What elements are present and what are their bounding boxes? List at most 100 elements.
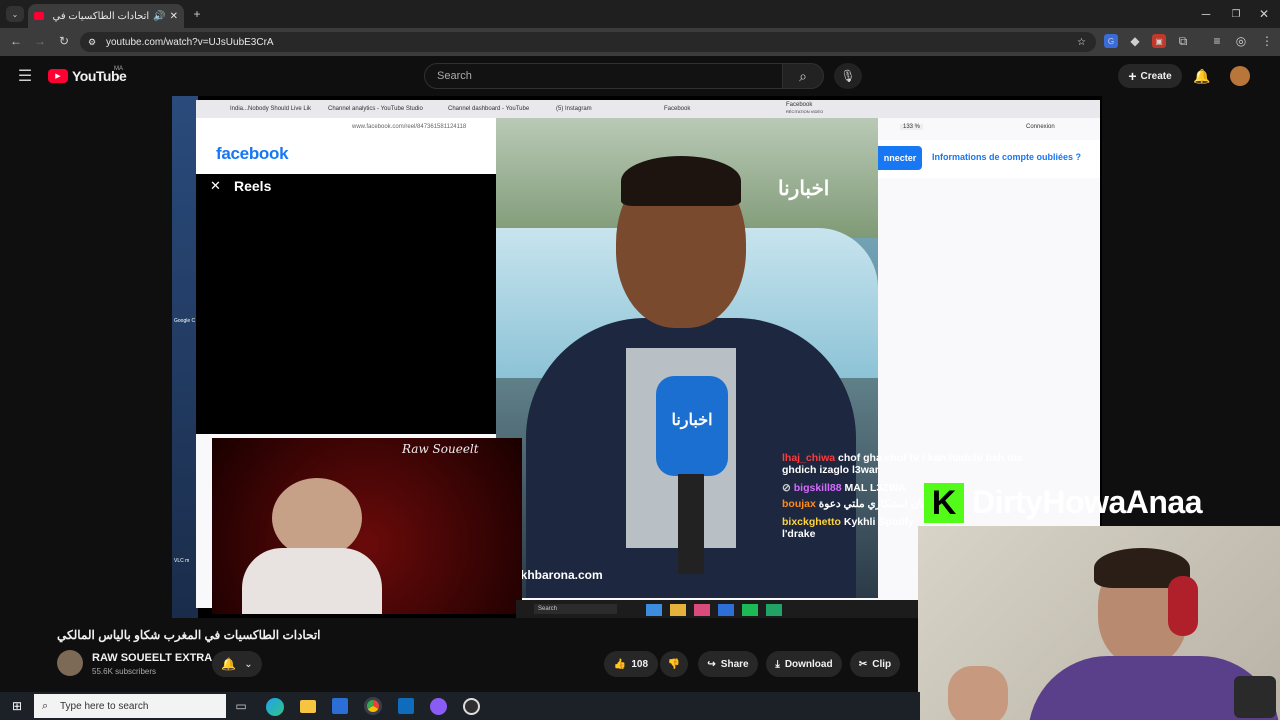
chat-user: lhaj_chiwa [782, 452, 836, 464]
channel-name[interactable]: RAW SOUEELT EXTRA [92, 652, 212, 664]
streamer-webcam: Raw Soueelt [212, 438, 522, 614]
like-button[interactable]: 👍 108 [604, 651, 658, 677]
desktop-icon-label: Google C [174, 318, 196, 324]
channel-avatar[interactable] [57, 650, 83, 676]
tab-search-icon[interactable]: ⌄ [6, 6, 24, 22]
ff-tab: Facebook [664, 106, 691, 112]
ff-tab: (5) Instagram [556, 106, 592, 112]
clip-button[interactable]: ✂ Clip [850, 651, 900, 677]
facebook-logo: facebook [216, 144, 289, 163]
host-webcam [918, 526, 1280, 720]
inner-search: Search [534, 604, 618, 614]
media-control-icon[interactable]: ≡ [1210, 34, 1224, 48]
create-label: Create [1140, 70, 1172, 82]
reels-label: Reels [234, 178, 272, 194]
chat-user: bixckghetto [782, 516, 841, 528]
hamburger-menu-icon[interactable]: ☰ [14, 66, 36, 86]
extension-icon[interactable]: ▣ [1152, 34, 1166, 48]
mic-handle [678, 474, 704, 574]
kick-username: DirtyHowaAnaa [972, 484, 1203, 520]
search-input[interactable]: Search [424, 63, 784, 89]
account-avatar[interactable] [1230, 66, 1250, 86]
subscription-bell-button[interactable]: 🔔 ⌄ [212, 651, 262, 677]
address-bar[interactable]: ⚙ youtube.com/watch?v=UJsUubE3CrA ☆ [80, 32, 1096, 52]
facebook-login-area: nnecter Informations de compte oubliées … [878, 140, 1100, 178]
region-code: MA [114, 66, 123, 72]
chat-text: MAL L3ZWA [844, 482, 906, 494]
puzzle-icon[interactable]: ⧉ [1176, 34, 1190, 48]
site-info-icon[interactable]: ⚙ [88, 37, 96, 48]
scissors-icon: ✂ [858, 658, 868, 670]
tab-title: اتحادات الطاكسيات في المغ [50, 10, 150, 22]
akhbarona-watermark: Akhbarona.com [512, 568, 603, 582]
channel-watermark: اخبارنا [778, 178, 830, 200]
kick-overlay: K DirtyHowaAnaa [920, 478, 1280, 526]
thumbs-down-icon: 👎 [667, 658, 681, 670]
edge-icon[interactable] [266, 698, 284, 716]
url-text: youtube.com/watch?v=UJsUubE3CrA [106, 36, 274, 48]
tab-close-icon[interactable]: ✕ [170, 11, 178, 22]
windows-start-icon[interactable]: ⊞ [8, 698, 26, 714]
corner-badge [1234, 676, 1276, 718]
chat-message: lhaj_chiwa chof gha chof tv l kan hadchi… [782, 452, 1022, 476]
notifications-bell-icon[interactable]: 🔔 [1192, 66, 1212, 86]
thumbs-up-icon: 👍 [613, 658, 627, 670]
extension-icon[interactable]: G [1104, 34, 1118, 48]
app-icon[interactable] [430, 698, 447, 715]
minimize-icon[interactable]: ─ [1198, 6, 1214, 22]
ff-tab-sub: RÉCITATION VIDÉO [786, 109, 824, 114]
extension-icon[interactable]: ◆ [1128, 34, 1142, 48]
close-reels-icon: ✕ [210, 178, 221, 193]
task-view-icon[interactable]: ▭ [232, 698, 250, 714]
like-count: 108 [631, 658, 649, 670]
reload-icon[interactable]: ↻ [56, 33, 72, 49]
desktop-background: Google C VLC m [172, 96, 198, 618]
chat-text: chof gha chof tv l kan hadchi bsh ma [838, 452, 1023, 464]
share-button[interactable]: ↪ Share [698, 651, 758, 677]
share-label: Share [720, 658, 749, 670]
back-icon[interactable]: ← [8, 33, 24, 49]
store-icon[interactable] [332, 698, 348, 714]
taskbar-search-placeholder: Type here to search [60, 700, 149, 712]
outlook-icon[interactable] [398, 698, 414, 714]
youtube-play-icon: ▶ [48, 69, 68, 83]
clip-label: Clip [872, 658, 892, 670]
streamer-figure [272, 478, 362, 558]
youtube-favicon-icon [34, 12, 44, 20]
create-button[interactable]: + Create [1118, 64, 1182, 88]
download-button[interactable]: ⤓ Download [766, 651, 842, 677]
tab-audio-icon[interactable]: 🔊 [153, 11, 165, 22]
streamer-overlay-logo: Raw Soueelt [402, 442, 479, 456]
hair [621, 156, 741, 206]
facebook-header: facebook [196, 136, 496, 174]
obs-icon[interactable] [463, 698, 480, 715]
desktop-icon-label: VLC m [174, 558, 190, 564]
chat-message: bixckghetto Kykhli Spotify l'drake [782, 516, 914, 540]
ff-connexion: Connexion [1026, 124, 1055, 130]
ff-tab: Facebook [786, 102, 813, 108]
firefox-address-bar: www.facebook.com/reel/847361581124118 [196, 118, 516, 136]
forgot-account-link: Informations de compte oubliées ? [932, 152, 1082, 162]
restore-icon[interactable]: ❐ [1228, 6, 1244, 22]
chat-message: ⊘ bigskill88 MAL L3ZWA [782, 482, 906, 494]
dislike-button[interactable]: 👎 [660, 651, 688, 677]
forward-icon[interactable]: → [32, 33, 48, 49]
profile-icon[interactable]: ◎ [1234, 34, 1248, 48]
taskbar-search-input[interactable]: ⌕ Type here to search [34, 694, 226, 718]
search-icon[interactable]: ⌕ [782, 63, 824, 89]
ff-tab: Channel analytics - YouTube Studio [328, 106, 423, 112]
browser-tab[interactable]: اتحادات الطاكسيات في المغ 🔊 ✕ [28, 4, 184, 28]
close-window-icon[interactable]: ✕ [1256, 6, 1272, 22]
inner-taskbar: Search [516, 600, 946, 618]
browser-menu-icon[interactable]: ⋮ [1260, 34, 1274, 48]
inner-taskbar-icons [646, 604, 806, 616]
bookmark-star-icon[interactable]: ☆ [1077, 37, 1086, 48]
mic-logo: اخبارنا [671, 412, 713, 429]
share-icon: ↪ [707, 658, 716, 670]
chat-user: bigskill88 [793, 482, 842, 494]
chat-badge-icon: ⊘ [782, 482, 791, 494]
file-explorer-icon[interactable] [300, 700, 316, 713]
chrome-icon[interactable] [364, 697, 382, 715]
new-tab-icon[interactable]: + [190, 6, 204, 22]
microphone-icon[interactable]: 🎙 [834, 63, 862, 89]
